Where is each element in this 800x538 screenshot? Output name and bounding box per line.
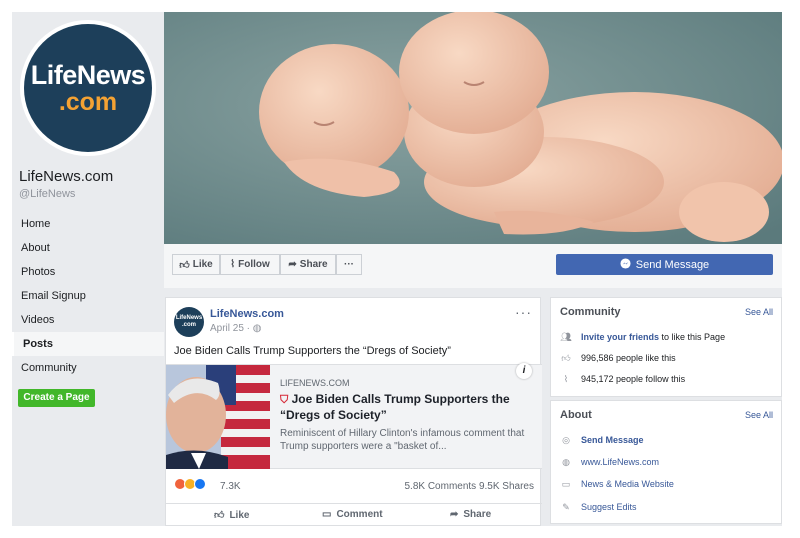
nav-item-about[interactable]: About [12, 236, 164, 260]
about-title: About [560, 409, 592, 421]
info-icon[interactable]: i [516, 363, 532, 379]
page-title[interactable]: LifeNews.com [19, 168, 113, 185]
link-domain: LIFENEWS.COM [280, 378, 350, 388]
nav-item-email-signup[interactable]: Email Signup [12, 284, 164, 308]
invite-friends-link[interactable]: Invite your friends [581, 332, 659, 342]
shield-icon: ⛉ [280, 394, 289, 406]
link-description: Reminiscent of Hillary Clinton's infamou… [280, 428, 525, 452]
nav-item-home[interactable]: Home [12, 212, 164, 236]
browser-window-icon: ▭ [561, 478, 571, 489]
page-handle[interactable]: @LifeNews [19, 188, 75, 200]
post-comment-button[interactable]: ▭ Comment [322, 509, 383, 520]
cover-babies-image [164, 12, 782, 244]
pencil-icon: ✎ [562, 501, 570, 512]
reactions-summary: 7.3K 5.8K Comments 9.5K Shares [174, 478, 534, 496]
cover-photo[interactable] [164, 12, 782, 244]
biden-photo-image [166, 365, 270, 469]
invite-rest-text: to like this Page [659, 332, 726, 342]
about-send-message-link[interactable]: Send Message [581, 435, 644, 445]
about-see-all-link[interactable]: See All [745, 410, 773, 420]
post-author-avatar[interactable]: LifeNews .com [174, 307, 204, 337]
follows-count[interactable]: 945,172 people follow this [581, 374, 685, 384]
link-title[interactable]: ⛉ Joe Biden Calls Trump Supporters the “… [280, 392, 530, 423]
post-comment-label: Comment [336, 509, 383, 520]
globe-icon: ◍ [252, 323, 262, 334]
nav-item-community[interactable]: Community [12, 356, 164, 380]
like-page-button[interactable]: 👍︎ Like [172, 254, 220, 275]
community-box: Community See All 👥︎ Invite your friends… [550, 297, 782, 397]
community-title: Community [560, 306, 621, 318]
share-page-label: Share [299, 259, 328, 270]
follows-row: ⌇ 945,172 people follow this [560, 373, 685, 385]
post-text: Joe Biden Calls Trump Supporters the “Dr… [174, 345, 451, 357]
suggest-edits-link[interactable]: Suggest Edits [581, 502, 637, 512]
page-profile-picture[interactable]: LifeNews .com [20, 20, 156, 156]
link-preview-image[interactable] [166, 365, 270, 469]
thumbs-up-icon: 👍︎ [179, 259, 190, 271]
likes-count[interactable]: 996,586 people like this [581, 353, 676, 363]
category-link[interactable]: News & Media Website [581, 479, 674, 489]
community-see-all-link[interactable]: See All [745, 307, 773, 317]
messenger-icon [620, 257, 631, 272]
post-share-label: Share [463, 509, 492, 520]
post-card: LifeNews .com LifeNews.com April 25 · ◍ … [165, 297, 542, 526]
lifenews-logo: LifeNews .com [24, 24, 152, 152]
thumbs-up-outline-icon: 👍︎ [214, 510, 225, 521]
messenger-icon: ◎ [562, 434, 570, 445]
website-row: ◍ www.LifeNews.com [560, 456, 659, 468]
send-message-label: Send Message [635, 258, 710, 271]
logo-text-lifenews: LifeNews [30, 60, 146, 90]
like-page-label: Like [192, 259, 213, 270]
globe-icon: ◍ [562, 456, 570, 467]
follow-page-button[interactable]: ⌇ Follow [220, 254, 280, 275]
about-box: About See All ◎ Send Message ◍ www.LifeN… [550, 400, 782, 524]
more-options-label: ··· [344, 259, 354, 270]
link-title-text: Joe Biden Calls Trump Supporters the “Dr… [280, 392, 510, 422]
post-action-row: 👍︎ Like ▭ Comment ➦ Share [166, 503, 542, 526]
share-arrow-icon: ➦ [288, 259, 297, 270]
logo-text-com: .com [58, 88, 118, 116]
rss-icon: ⌇ [230, 259, 236, 270]
page-nav: Home About Photos Email Signup Videos Po… [12, 212, 164, 380]
send-message-button[interactable]: Send Message [556, 254, 773, 275]
category-row: ▭ News & Media Website [560, 478, 674, 490]
rss-icon: ⌇ [563, 373, 569, 384]
website-link[interactable]: www.LifeNews.com [581, 457, 659, 467]
post-options-button[interactable]: ··· [515, 304, 532, 320]
nav-item-posts[interactable]: Posts [12, 332, 164, 356]
invite-friends-row: 👥︎ Invite your friends to like this Page [560, 331, 725, 343]
share-page-button[interactable]: ➦ Share [280, 254, 336, 275]
facebook-page: LifeNews .com LifeNews.com @LifeNews Hom… [12, 12, 782, 526]
share-arrow-icon: ➦ [450, 509, 459, 520]
post-author-name[interactable]: LifeNews.com [210, 308, 284, 320]
post-timestamp[interactable]: April 25 · ◍ [210, 323, 262, 334]
post-like-label: Like [229, 509, 250, 521]
thumbs-up-icon: 👍︎ [561, 352, 571, 363]
suggest-edits-row: ✎ Suggest Edits [560, 501, 637, 513]
nav-item-photos[interactable]: Photos [12, 260, 164, 284]
post-like-button[interactable]: 👍︎ Like [214, 509, 250, 522]
like-reaction-icon[interactable] [194, 478, 206, 490]
post-date-text: April 25 · [210, 323, 253, 334]
comment-bubble-icon: ▭ [322, 509, 332, 520]
likes-row: 👍︎ 996,586 people like this [560, 352, 676, 364]
nav-item-videos[interactable]: Videos [12, 308, 164, 332]
left-sidebar: LifeNews .com LifeNews.com @LifeNews Hom… [12, 12, 164, 526]
reaction-count[interactable]: 7.3K [220, 481, 241, 492]
more-options-button[interactable]: ··· [336, 254, 362, 275]
people-icon: 👥︎ [560, 331, 572, 342]
about-send-message-row: ◎ Send Message [560, 434, 644, 446]
follow-page-label: Follow [238, 259, 270, 270]
comments-shares-count[interactable]: 5.8K Comments 9.5K Shares [404, 481, 534, 492]
link-preview[interactable]: LIFENEWS.COM ⛉ Joe Biden Calls Trump Sup… [166, 363, 542, 469]
post-share-button[interactable]: ➦ Share [450, 509, 491, 520]
create-page-button[interactable]: Create a Page [18, 389, 95, 407]
page-action-bar: 👍︎ Like ⌇ Follow ➦ Share ··· Send Messag… [164, 244, 782, 288]
